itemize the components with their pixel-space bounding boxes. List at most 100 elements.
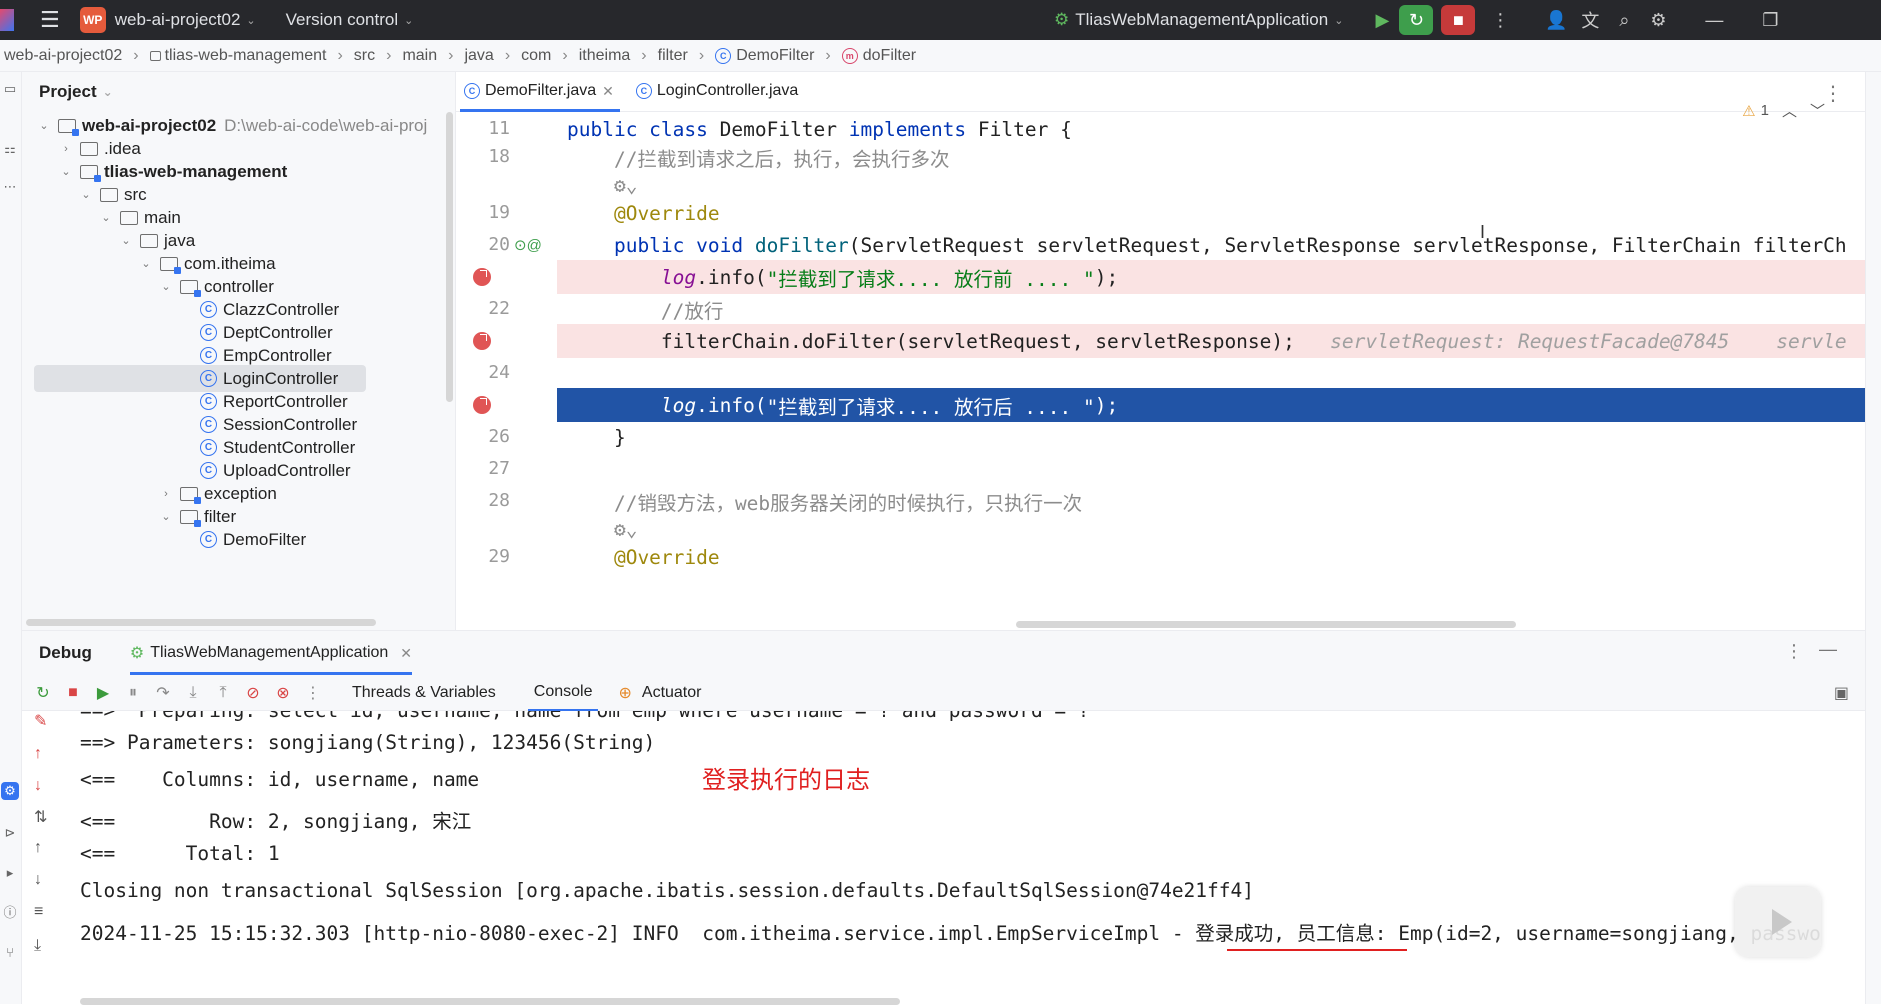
tab-logincontroller[interactable]: C LoginController.java xyxy=(628,72,808,111)
editor-hscrollbar[interactable] xyxy=(1016,621,1516,628)
breadcrumb-item[interactable]: src xyxy=(354,47,375,65)
chevron-down-icon[interactable]: ⌄ xyxy=(36,119,52,132)
more-tools-icon[interactable]: ⋯ xyxy=(1,178,19,196)
chevron-down-icon[interactable]: ⌄ xyxy=(58,165,74,178)
chevron-down-icon[interactable]: ⌄ xyxy=(404,14,413,27)
structure-tool-icon[interactable]: ⚏ xyxy=(1,140,19,158)
console-output[interactable]: ==> Preparing: select id, username, name… xyxy=(22,711,1865,1005)
chevron-right-icon[interactable]: › xyxy=(158,488,174,500)
code-line[interactable]: log .info("拦截到了请求.... 放行后 .... "); xyxy=(557,388,1865,422)
code-line[interactable] xyxy=(557,452,1865,486)
chevron-down-icon[interactable]: ⌄ xyxy=(103,85,113,99)
breadcrumb-item[interactable]: itheima xyxy=(579,47,631,65)
chevron-down-icon[interactable]: ⌄ xyxy=(1334,14,1343,27)
editor-more-icon[interactable]: ⋮ xyxy=(1823,81,1843,106)
terminal-tool-icon[interactable]: ▸ xyxy=(1,864,19,882)
breakpoint-icon[interactable] xyxy=(473,332,491,350)
tab-console[interactable]: Console xyxy=(527,675,599,711)
services-tool-icon[interactable]: ⊳ xyxy=(1,824,19,842)
rerun-debug-button[interactable]: ↻ xyxy=(1399,5,1434,35)
translate-icon[interactable]: 文 xyxy=(1573,5,1607,35)
tree-item-demofilter[interactable]: C DemoFilter xyxy=(22,526,306,553)
resume-program-icon[interactable]: ▶ xyxy=(88,683,118,703)
step-over-icon[interactable]: ↷ xyxy=(148,683,178,703)
breadcrumb-item[interactable]: java xyxy=(464,47,493,65)
breadcrumb-item[interactable]: web-ai-project02 xyxy=(4,47,122,65)
add-user-icon[interactable]: 👤 xyxy=(1539,5,1573,35)
step-out-icon[interactable]: ⤒ xyxy=(208,684,238,702)
tab-threads-variables[interactable]: Threads & Variables xyxy=(346,676,502,710)
code-line[interactable]: filterChain.doFilter(servletRequest, ser… xyxy=(557,324,1865,358)
close-tab-icon[interactable]: ✕ xyxy=(602,83,614,100)
override-gutter-icon[interactable]: ⊙@ xyxy=(514,236,542,254)
code-line[interactable]: } xyxy=(557,420,1865,454)
minimize-icon[interactable]: — xyxy=(1697,5,1731,35)
main-menu-icon[interactable]: ☰ xyxy=(40,7,60,33)
settings-gear-icon[interactable]: ⚙ xyxy=(1641,5,1675,35)
breakpoint-icon[interactable] xyxy=(473,396,491,414)
video-play-icon[interactable] xyxy=(1735,887,1821,957)
minimize-panel-icon[interactable]: — xyxy=(1819,639,1837,660)
code-line[interactable]: @Override xyxy=(557,196,1865,230)
project-tool-icon[interactable]: ▭ xyxy=(1,80,19,98)
close-tab-icon[interactable]: ✕ xyxy=(400,645,412,662)
restore-icon[interactable]: ❐ xyxy=(1753,5,1787,35)
method-icon: m xyxy=(841,47,858,64)
line-number: 28 xyxy=(488,490,510,511)
tree-item-label: ClazzController xyxy=(223,299,340,319)
more-options-icon[interactable]: ⋮ xyxy=(1785,641,1803,662)
view-breakpoints-icon[interactable]: ⊘ xyxy=(238,683,268,703)
pause-icon[interactable]: ⏸ xyxy=(118,684,148,702)
resume-icon[interactable]: ▶ xyxy=(1365,5,1399,35)
rerun-icon[interactable]: ↻ xyxy=(28,683,58,703)
tab-actuator[interactable]: Actuator xyxy=(636,676,708,710)
tree-scrollbar[interactable] xyxy=(446,112,453,402)
breadcrumb-item[interactable]: filter xyxy=(658,47,688,65)
chevron-down-icon[interactable]: ⌄ xyxy=(118,234,134,247)
mute-breakpoints-icon[interactable]: ⊗ xyxy=(268,683,298,703)
stop-icon[interactable]: ■ xyxy=(58,684,88,702)
class-icon: C xyxy=(200,531,217,548)
class-icon: C xyxy=(715,47,732,64)
tree-item-label: com.itheima xyxy=(184,253,276,273)
code-line[interactable]: //放行 xyxy=(557,292,1865,326)
project-name[interactable]: web-ai-project02 xyxy=(115,10,241,30)
chevron-right-icon[interactable]: › xyxy=(58,143,74,155)
tab-demofilter[interactable]: C DemoFilter.java ✕ xyxy=(456,72,624,112)
breadcrumb-item[interactable]: com xyxy=(521,47,551,65)
class-icon: C xyxy=(200,370,217,387)
chevron-down-icon[interactable]: ⌄ xyxy=(78,188,94,201)
code-line[interactable]: public void doFilter (ServletRequest serv… xyxy=(557,228,1865,262)
console-line: <== Row: 2, songjiang, 宋江 xyxy=(80,810,472,833)
more-actions-icon[interactable]: ⋮ xyxy=(1483,5,1517,35)
chevron-down-icon[interactable]: ⌄ xyxy=(98,211,114,224)
breakpoint-icon[interactable] xyxy=(473,268,491,286)
git-tool-icon[interactable]: ⑂ xyxy=(1,944,19,962)
code-line[interactable]: log .info("拦截到了请求.... 放行前 .... "); xyxy=(557,260,1865,294)
problems-tool-icon[interactable]: ⓘ xyxy=(1,904,19,922)
chevron-down-icon[interactable]: ⌄ xyxy=(158,510,174,523)
chevron-down-icon[interactable]: ⌄ xyxy=(158,280,174,293)
step-into-icon[interactable]: ⤓ xyxy=(178,684,208,702)
code-line[interactable]: @Override xyxy=(557,540,1865,574)
project-panel-title[interactable]: Project xyxy=(39,82,97,102)
chevron-down-icon[interactable]: ⌄ xyxy=(138,257,154,270)
breadcrumb-item[interactable]: main xyxy=(402,47,437,65)
breadcrumb-item[interactable]: tlias-web-management xyxy=(149,47,326,65)
code-line[interactable] xyxy=(557,356,1865,390)
breadcrumb-item[interactable]: m doFilter xyxy=(841,47,916,65)
search-icon[interactable]: ⌕ xyxy=(1607,5,1641,35)
version-control-menu[interactable]: Version control xyxy=(286,10,398,30)
debug-session-tab[interactable]: ⚙ TliasWebManagementApplication ✕ xyxy=(129,631,413,675)
tree-item-label: src xyxy=(124,184,147,204)
project-panel-header[interactable]: Project ⌄ xyxy=(22,72,455,112)
more-icon[interactable]: ⋮ xyxy=(298,683,328,703)
debug-tool-icon[interactable]: ⚙ xyxy=(1,782,19,800)
stop-button[interactable]: ■ xyxy=(1441,5,1476,35)
breadcrumb-item[interactable]: C DemoFilter xyxy=(715,47,814,65)
layout-icon[interactable]: ▣ xyxy=(1834,683,1849,703)
project-badge[interactable]: WP xyxy=(79,7,106,33)
tree-hscrollbar[interactable] xyxy=(26,619,376,626)
run-config-select[interactable]: TliasWebManagementApplication xyxy=(1075,10,1328,30)
chevron-down-icon[interactable]: ⌄ xyxy=(246,14,255,27)
